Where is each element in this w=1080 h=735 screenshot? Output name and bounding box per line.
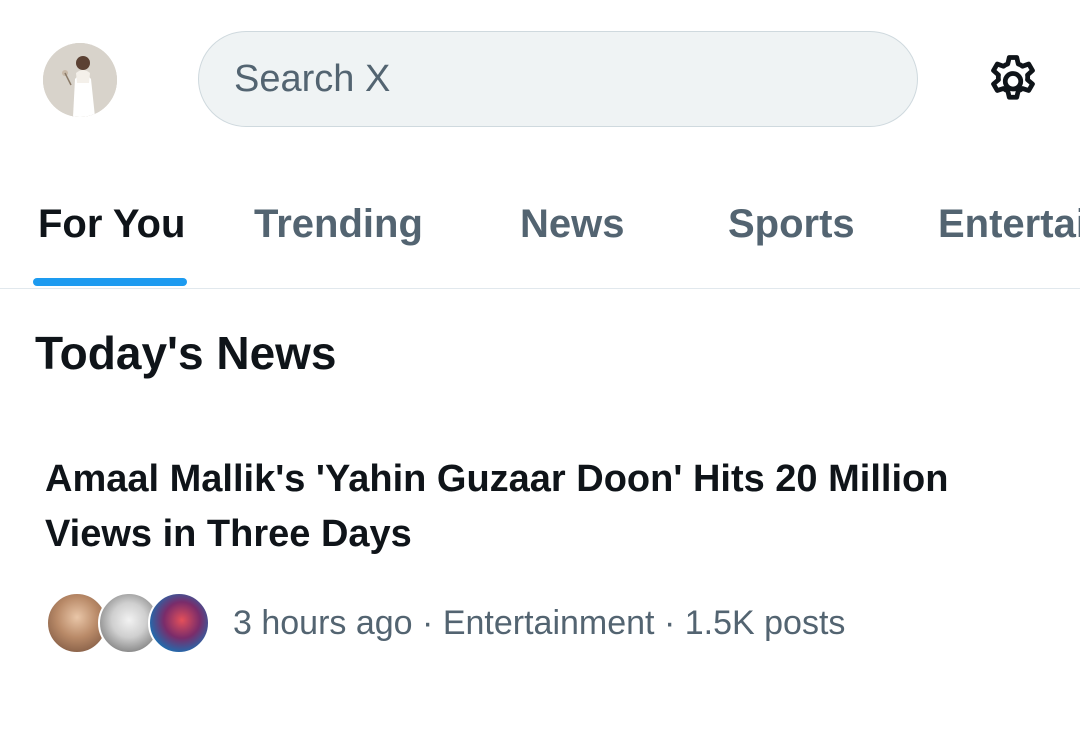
news-time: 3 hours ago: [233, 604, 413, 642]
news-category: Entertainment: [442, 604, 655, 642]
tab-sports[interactable]: Sports: [728, 202, 855, 247]
gear-icon: [991, 55, 1035, 100]
search-bar[interactable]: [198, 31, 918, 127]
meta-separator: ·: [422, 604, 434, 642]
tab-news[interactable]: News: [520, 202, 625, 247]
news-meta: 3 hours ago · Entertainment · 1.5K posts: [233, 604, 845, 643]
tab-divider: [0, 288, 1080, 289]
section-title: Today's News: [35, 327, 337, 379]
news-headline[interactable]: Amaal Mallik's 'Yahin Guzaar Doon' Hits …: [45, 452, 1055, 562]
profile-avatar[interactable]: [43, 43, 117, 117]
tab-bar: For You Trending News Sports Entertainme…: [0, 176, 1080, 288]
tab-entertainment[interactable]: Entertainment: [938, 202, 1080, 247]
avatar: [148, 592, 210, 654]
profile-avatar-image: [43, 43, 117, 117]
settings-button[interactable]: [981, 48, 1045, 112]
search-input[interactable]: [232, 56, 876, 102]
participant-avatars: [46, 592, 216, 654]
news-item[interactable]: Amaal Mallik's 'Yahin Guzaar Doon' Hits …: [0, 430, 1080, 680]
active-tab-indicator: [33, 278, 187, 286]
tab-for-you[interactable]: For You: [38, 202, 185, 247]
news-post-count: 1.5K posts: [684, 604, 846, 642]
meta-separator: ·: [663, 604, 676, 642]
tab-trending[interactable]: Trending: [254, 202, 423, 247]
